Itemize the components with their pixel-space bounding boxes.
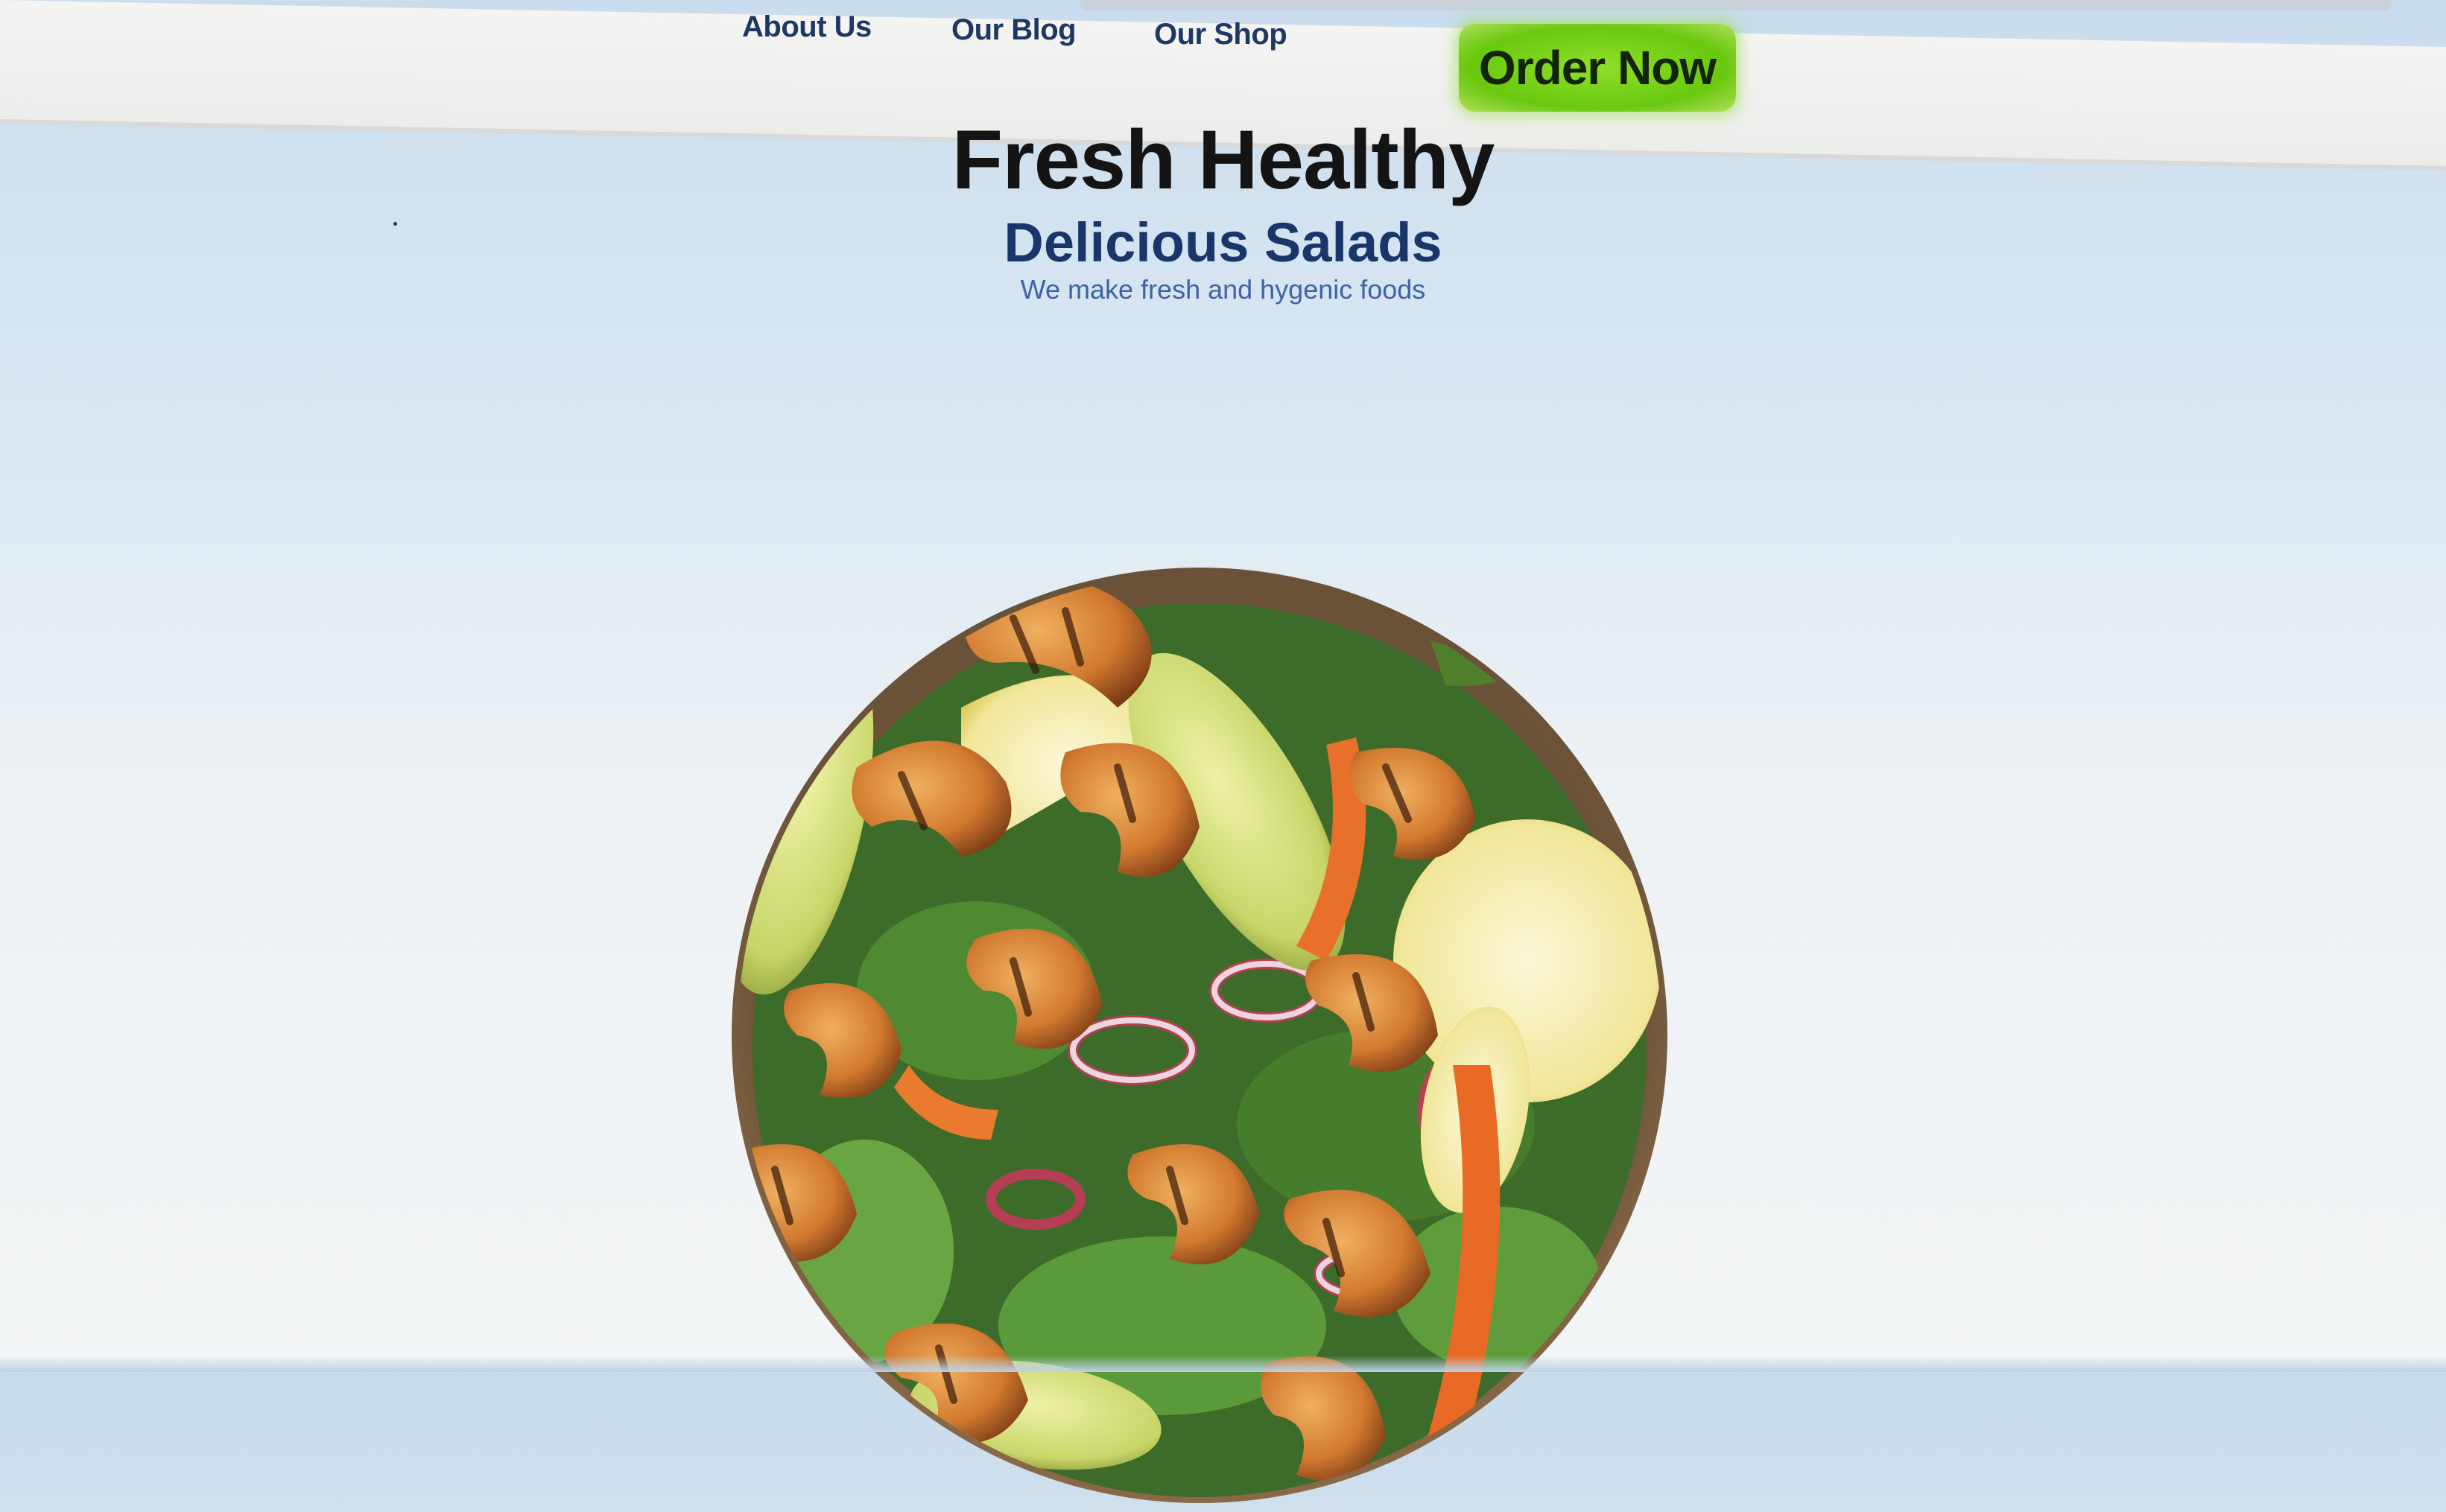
horizontal-scrollbar[interactable] <box>1080 0 2392 10</box>
nav-link-our-blog[interactable]: Our Blog <box>951 13 1077 47</box>
screen-bottom-edge <box>0 1356 2446 1372</box>
hero-subtitle: Delicious Salads <box>1004 212 1442 273</box>
hero-tagline: We make fresh and hygenic foods <box>1020 274 1426 305</box>
nav-link-about-us[interactable]: About Us <box>742 10 872 44</box>
nav-link-our-shop[interactable]: Our Shop <box>1154 18 1287 51</box>
order-now-button[interactable]: Order Now <box>1459 24 1736 112</box>
hero-title: Fresh Healthy <box>951 113 1495 206</box>
